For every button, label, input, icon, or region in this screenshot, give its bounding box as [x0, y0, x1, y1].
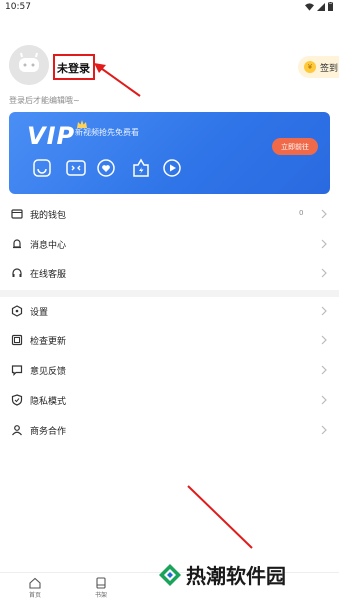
game-icon: [33, 159, 51, 177]
nav-home[interactable]: 首页: [20, 577, 50, 599]
menu-item-privacy[interactable]: 隐私模式: [0, 386, 339, 416]
menu-item-settings[interactable]: 设置: [0, 297, 339, 327]
vip-title: VIP: [27, 122, 76, 150]
vip-card[interactable]: VIP 新视频抢先免费看 立即前往: [9, 112, 330, 194]
play-icon: [163, 159, 181, 177]
wallet-icon: [11, 209, 23, 219]
watermark-text: 热潮软件园: [186, 564, 286, 588]
nav-bookshelf-label: 书架: [94, 592, 107, 599]
battery-icon: [328, 2, 333, 11]
menu-item-messages[interactable]: 消息中心: [0, 230, 339, 260]
signin-label: 签到: [320, 63, 339, 74]
update-icon: [11, 334, 23, 346]
shield-icon: [11, 394, 23, 406]
watermark: 热潮软件园: [158, 560, 286, 589]
menu-label: 设置: [30, 308, 49, 318]
chevron-right-icon: [321, 239, 327, 249]
chevron-right-icon: [321, 209, 327, 219]
menu-item-feedback[interactable]: 意见反馈: [0, 356, 339, 386]
menu-label: 消息中心: [30, 241, 67, 251]
menu-label: 隐私模式: [30, 397, 67, 407]
watermark-logo-icon: [159, 563, 181, 586]
wallet-balance: 0: [299, 209, 304, 217]
annotation-highlight-box: [53, 54, 95, 80]
nav-bookshelf[interactable]: 书架: [86, 577, 116, 599]
coin-icon: ¥: [304, 61, 316, 73]
menu-label: 在线客服: [30, 270, 67, 280]
nav-home-label: 首页: [28, 592, 41, 599]
avatar[interactable]: [9, 45, 49, 85]
vip-subtitle: 新视频抢先免费看: [75, 128, 139, 137]
headset-icon: [12, 268, 22, 277]
chevron-right-icon: [321, 425, 327, 435]
status-icons: [305, 2, 333, 11]
person-icon: [12, 425, 22, 436]
menu-item-support[interactable]: 在线客服: [0, 259, 339, 289]
bell-icon: [13, 239, 21, 249]
login-hint: 登录后才能编辑哦~: [9, 96, 80, 105]
menu-label: 意见反馈: [30, 367, 67, 377]
feedback-icon: [11, 365, 23, 376]
chevron-right-icon: [321, 395, 327, 405]
chevron-right-icon: [321, 268, 327, 278]
avatar-placeholder-icon: [9, 45, 49, 85]
chevron-right-icon: [321, 365, 327, 375]
smile-icon: [66, 160, 86, 176]
lightning-badge-icon: [133, 158, 149, 177]
status-time: 10:57: [5, 2, 31, 12]
settings-icon: [11, 305, 23, 317]
menu-item-business[interactable]: 商务合作: [0, 416, 339, 446]
book-icon: [96, 577, 106, 589]
menu-item-check-update[interactable]: 检查更新: [0, 326, 339, 356]
menu-item-wallet[interactable]: 我的钱包 0: [0, 200, 339, 230]
heart-icon: [97, 159, 115, 177]
annotation-arrow-icon: [94, 63, 141, 97]
annotation-arrow-icon: [187, 485, 253, 549]
wifi-icon: [305, 2, 314, 11]
vip-go-button[interactable]: 立即前往: [272, 138, 318, 155]
menu-label: 检查更新: [30, 337, 67, 347]
menu-label: 商务合作: [30, 427, 67, 437]
home-icon: [29, 577, 41, 589]
chevron-right-icon: [321, 306, 327, 316]
status-bar: 10:57: [0, 0, 339, 14]
signal-icon: [317, 2, 325, 11]
chevron-right-icon: [321, 335, 327, 345]
menu-label: 我的钱包: [30, 211, 67, 221]
signin-button[interactable]: ¥ 签到: [298, 56, 339, 78]
section-divider: [0, 290, 339, 297]
